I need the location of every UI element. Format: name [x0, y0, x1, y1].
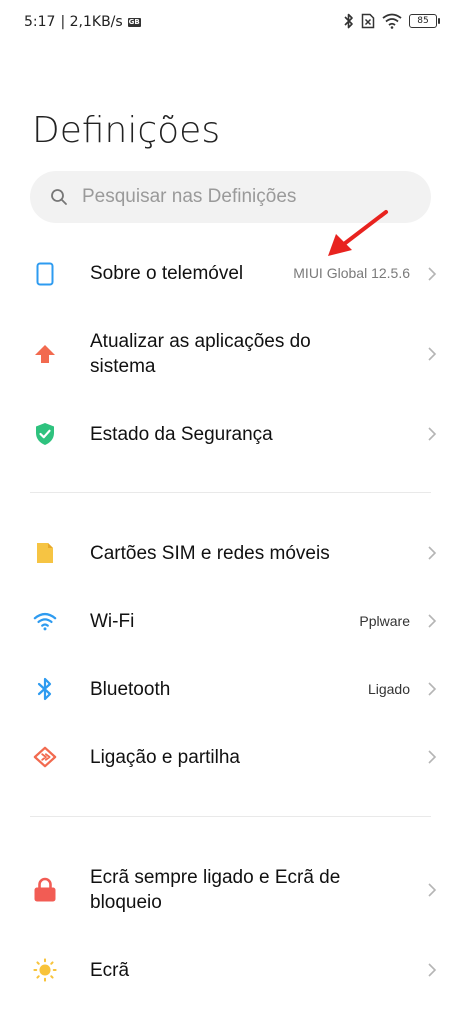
settings-item-value: Ligado — [367, 681, 410, 697]
settings-item-label: Ecrã sempre ligado e Ecrã de — [90, 867, 341, 888]
sim-card-icon — [33, 541, 57, 565]
bluetooth-status-icon — [344, 13, 353, 29]
settings-item-bluetooth[interactable]: Bluetooth Ligado — [0, 663, 461, 715]
status-bar: 5:17 | 2,1KB/s GB 85 — [0, 0, 461, 44]
settings-item-wifi[interactable]: Wi-Fi Pplware — [0, 595, 461, 647]
search-icon — [51, 189, 67, 205]
settings-item-label-line2: sistema — [90, 356, 156, 377]
settings-item-label: Wi-Fi — [90, 611, 135, 632]
settings-item-connection-sharing[interactable]: Ligação e partilha — [0, 731, 461, 783]
chevron-right-icon — [428, 267, 437, 281]
settings-item-value: MIUI Global 12.5.6 — [293, 265, 410, 281]
settings-item-label: Ecrã — [90, 960, 130, 981]
status-right: 85 — [343, 13, 440, 29]
settings-item-label: Estado da Segurança — [90, 424, 273, 445]
connection-sharing-icon — [33, 745, 57, 769]
network-speed: | 2,1KB/s — [60, 14, 123, 30]
settings-item-label: Bluetooth — [90, 679, 171, 700]
settings-item-always-on-lock-screen[interactable]: Ecrã sempre ligado e Ecrã de bloqueio — [0, 861, 461, 919]
page-title: Definições — [32, 110, 221, 151]
shield-check-icon — [33, 422, 57, 446]
settings-item-label: Ligação e partilha — [90, 747, 240, 768]
settings-item-system-apps-update[interactable]: Atualizar as aplicações do sistema — [0, 325, 461, 383]
chevron-right-icon — [428, 883, 437, 897]
search-placeholder: Pesquisar nas Definições — [82, 186, 297, 207]
chevron-right-icon — [428, 427, 437, 441]
chevron-right-icon — [428, 347, 437, 361]
lock-icon — [33, 877, 57, 902]
settings-item-display[interactable]: Ecrã — [0, 944, 461, 996]
wifi-status-icon — [382, 13, 402, 29]
chevron-right-icon — [428, 546, 437, 560]
battery-icon: 85 — [409, 14, 440, 28]
update-arrow-icon — [33, 342, 57, 366]
bluetooth-icon — [33, 677, 57, 701]
gallery-badge-icon: GB — [127, 17, 141, 27]
wifi-icon — [33, 609, 57, 633]
settings-item-security-status[interactable]: Estado da Segurança — [0, 408, 461, 460]
settings-item-label: Cartões SIM e redes móveis — [90, 543, 330, 564]
no-sim-icon — [361, 13, 375, 29]
settings-item-label: Atualizar as aplicações do — [90, 331, 311, 352]
settings-item-label: Sobre o telemóvel — [90, 263, 244, 284]
section-divider — [30, 492, 431, 493]
chevron-right-icon — [428, 963, 437, 977]
sun-icon — [33, 958, 57, 982]
settings-item-label-line2: bloqueio — [90, 892, 162, 913]
section-divider — [30, 816, 431, 817]
phone-icon — [33, 262, 57, 286]
settings-item-sim-cards[interactable]: Cartões SIM e redes móveis — [0, 527, 461, 579]
status-left: 5:17 | 2,1KB/s GB — [24, 14, 141, 30]
chevron-right-icon — [428, 614, 437, 628]
status-time: 5:17 — [24, 14, 56, 30]
chevron-right-icon — [428, 682, 437, 696]
settings-item-about-phone[interactable]: Sobre o telemóvel MIUI Global 12.5.6 — [0, 248, 461, 300]
settings-item-value: Pplware — [359, 613, 410, 629]
chevron-right-icon — [428, 750, 437, 764]
